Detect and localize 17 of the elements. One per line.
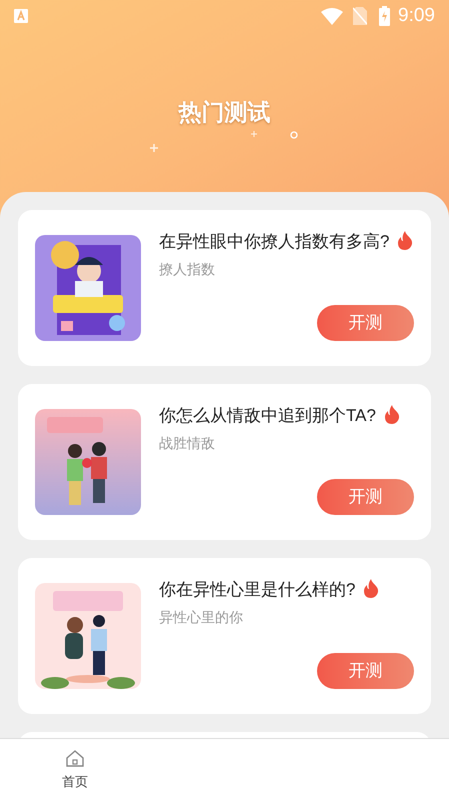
battery-icon [379, 6, 390, 26]
notification-icon [14, 9, 28, 23]
test-title: 你怎么从情敌中追到那个TA? [159, 406, 376, 425]
test-subtitle: 战胜情敌 [159, 434, 216, 453]
test-subtitle: 异性心里的你 [159, 608, 244, 627]
home-icon [65, 748, 85, 768]
test-card[interactable]: 你怎么从情敌中追到那个TA? 战胜情敌 开测 [18, 384, 431, 540]
test-title: 你在异性心里是什么样的? [159, 580, 356, 599]
clock-time: 9:09 [398, 4, 435, 28]
page-title: 热门测试 [178, 98, 270, 127]
test-card[interactable]: 你在异性心里是什么样的? 异性心里的你 开测 [18, 558, 431, 714]
wifi-icon [321, 8, 344, 24]
nav-tab[interactable]: 首页 [0, 748, 150, 792]
no-sim-icon [353, 7, 368, 25]
test-subtitle: 撩人指数 [159, 260, 216, 279]
test-card[interactable]: 在异性眼中你撩人指数有多高? 撩人指数 开测 [18, 210, 431, 366]
test-title: 在异性眼中你撩人指数有多高? [159, 232, 390, 251]
